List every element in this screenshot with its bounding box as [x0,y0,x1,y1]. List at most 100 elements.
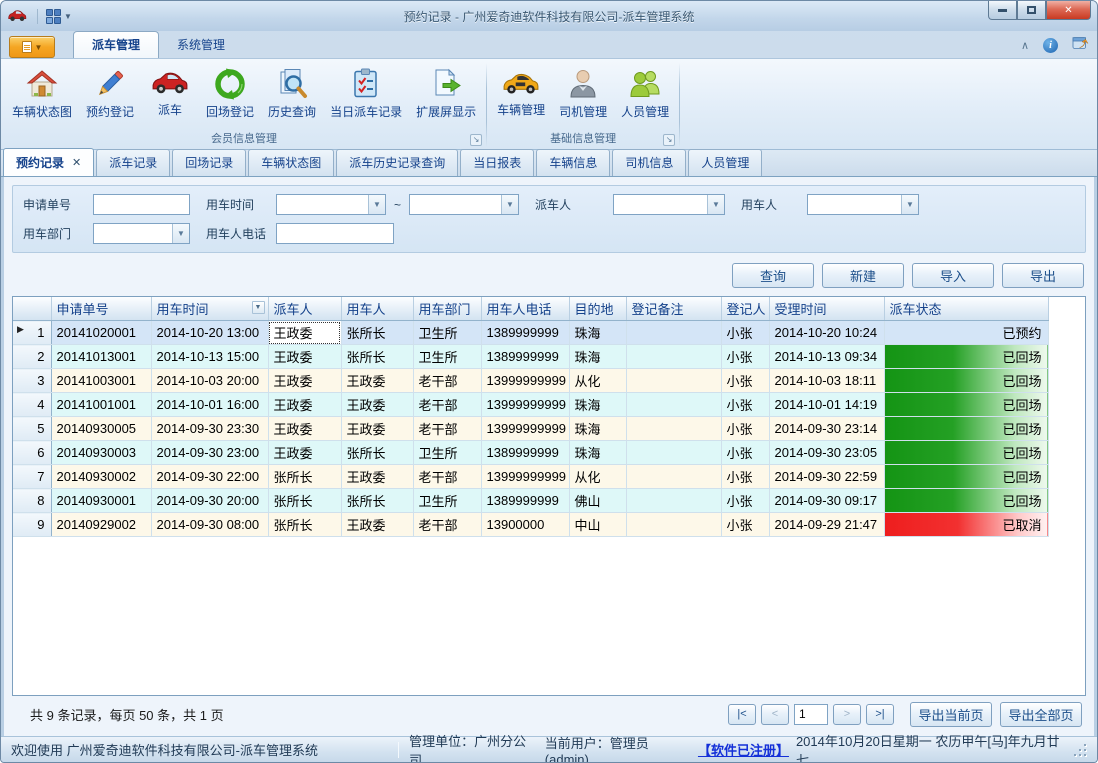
column-header[interactable]: 用车部门 [413,297,481,321]
use-time-to-combo[interactable]: ▼ [409,194,519,215]
grid-cell[interactable]: 2014-09-30 23:00 [151,441,268,465]
export-button[interactable]: 导出 [1002,263,1084,288]
grid-cell[interactable]: 老干部 [413,513,481,537]
row-indicator[interactable]: 9 [13,513,51,537]
grid-cell[interactable]: 1389999999 [481,321,569,345]
maximize-button[interactable] [1017,1,1046,20]
grid-cell[interactable]: 1389999999 [481,489,569,513]
grid-cell[interactable]: 2014-10-03 20:00 [151,369,268,393]
grid-cell[interactable]: 2014-09-30 23:30 [151,417,268,441]
grid-cell[interactable]: 20141020001 [51,321,151,345]
personnel-management-button[interactable]: 人员管理 [614,64,676,122]
grid-cell[interactable]: 张所长 [341,441,413,465]
tab-vehicle-info[interactable]: 车辆信息 [536,149,610,176]
grid-cell[interactable]: 从化 [569,465,626,489]
info-icon[interactable]: i [1043,38,1058,53]
grid-cell[interactable]: 珠海 [569,393,626,417]
grid-cell[interactable]: 张所长 [268,513,341,537]
driver-management-button[interactable]: 司机管理 [552,64,614,122]
grid-cell[interactable]: 1389999999 [481,441,569,465]
grid-cell[interactable]: 王政委 [341,513,413,537]
row-indicator[interactable]: 2 [13,345,51,369]
grid-cell[interactable]: 张所长 [268,489,341,513]
dispatch-status-cell[interactable]: 已回场 [884,465,1048,489]
grid-cell[interactable]: 小张 [721,417,769,441]
table-row[interactable]: ▶1201410200012014-10-20 13:00王政委张所长卫生所13… [13,321,1048,345]
grid-cell[interactable]: 20140930005 [51,417,151,441]
grid-cell[interactable] [626,465,721,489]
row-indicator[interactable]: 8 [13,489,51,513]
history-query-button[interactable]: 历史查询 [261,64,323,122]
column-header[interactable]: 登记人 [721,297,769,321]
tab-daily-report[interactable]: 当日报表 [460,149,534,176]
grid-cell[interactable]: 2014-09-29 21:47 [769,513,884,537]
quick-access-toolbar[interactable]: ▼ [37,9,72,24]
grid-cell[interactable]: 13900000 [481,513,569,537]
tab-driver-info[interactable]: 司机信息 [612,149,686,176]
grid-cell[interactable]: 珠海 [569,321,626,345]
grid-cell[interactable]: 2014-10-13 09:34 [769,345,884,369]
grid-cell[interactable]: 中山 [569,513,626,537]
department-combo[interactable]: ▼ [93,223,190,244]
close-tab-icon[interactable]: ✕ [72,156,81,169]
last-page-button[interactable]: >| [866,704,894,725]
dispatcher-combo[interactable]: ▼ [613,194,725,215]
first-page-button[interactable]: |< [728,704,756,725]
tab-dispatch-history-query[interactable]: 派车历史记录查询 [336,149,458,176]
request-no-input[interactable] [93,194,190,215]
grid-cell[interactable]: 2014-09-30 09:17 [769,489,884,513]
grid-cell[interactable]: 珠海 [569,345,626,369]
grid-cell[interactable]: 王政委 [268,393,341,417]
grid-cell[interactable]: 老干部 [413,417,481,441]
grid-cell[interactable]: 2014-10-01 14:19 [769,393,884,417]
grid-cell[interactable]: 王政委 [341,465,413,489]
column-header[interactable] [13,297,51,321]
row-indicator[interactable]: 3 [13,369,51,393]
minimize-button[interactable] [988,1,1017,20]
grid-cell[interactable]: 小张 [721,489,769,513]
return-register-button[interactable]: 回场登记 [199,64,261,122]
table-row[interactable]: 6201409300032014-09-30 23:00王政委张所长卫生所138… [13,441,1048,465]
grid-cell[interactable] [626,369,721,393]
query-button[interactable]: 查询 [732,263,814,288]
grid-cell[interactable]: 小张 [721,321,769,345]
resize-grip[interactable] [1073,743,1087,757]
grid-cell[interactable]: 2014-10-13 15:00 [151,345,268,369]
dialog-launcher-icon[interactable]: ↘ [470,134,482,146]
grid-cell[interactable]: 王政委 [268,345,341,369]
tab-return-records[interactable]: 回场记录 [172,149,246,176]
chevron-down-icon[interactable]: ▼ [172,224,189,243]
grid-cell[interactable]: 13999999999 [481,393,569,417]
grid-cell[interactable]: 13999999999 [481,369,569,393]
grid-cell[interactable] [626,393,721,417]
grid-cell[interactable]: 2014-09-30 08:00 [151,513,268,537]
grid-cell[interactable]: 老干部 [413,465,481,489]
grid-cell[interactable]: 王政委 [268,441,341,465]
close-button[interactable]: ✕ [1046,1,1091,20]
filter-dropdown-icon[interactable]: ▼ [252,301,265,314]
import-button[interactable]: 导入 [912,263,994,288]
chevron-down-icon[interactable]: ▼ [707,195,724,214]
grid-cell[interactable]: 小张 [721,393,769,417]
column-header[interactable]: 派车状态 [884,297,1048,321]
grid-cell[interactable]: 2014-09-30 22:00 [151,465,268,489]
grid-cell[interactable]: 小张 [721,369,769,393]
table-row[interactable]: 5201409300052014-09-30 23:30王政委王政委老干部139… [13,417,1048,441]
grid-cell[interactable] [626,345,721,369]
dispatch-status-cell[interactable]: 已回场 [884,489,1048,513]
app-menu-button[interactable]: ▼ [9,36,55,58]
today-dispatch-records-button[interactable]: 当日派车记录 [323,64,409,122]
grid-cell[interactable] [626,513,721,537]
table-row[interactable]: 8201409300012014-09-30 20:00张所长张所长卫生所138… [13,489,1048,513]
grid-cell[interactable]: 1389999999 [481,345,569,369]
license-link[interactable]: 【软件已注册】 [698,740,786,759]
grid-cell[interactable]: 小张 [721,345,769,369]
grid-cell[interactable]: 20140929002 [51,513,151,537]
row-indicator[interactable]: 4 [13,393,51,417]
grid-cell[interactable]: 小张 [721,513,769,537]
grid-cell[interactable]: 2014-09-30 23:05 [769,441,884,465]
grid-cell[interactable]: 卫生所 [413,441,481,465]
grid-cell[interactable]: 王政委 [268,321,341,345]
grid-cell[interactable]: 张所长 [341,345,413,369]
column-header[interactable]: 登记备注 [626,297,721,321]
